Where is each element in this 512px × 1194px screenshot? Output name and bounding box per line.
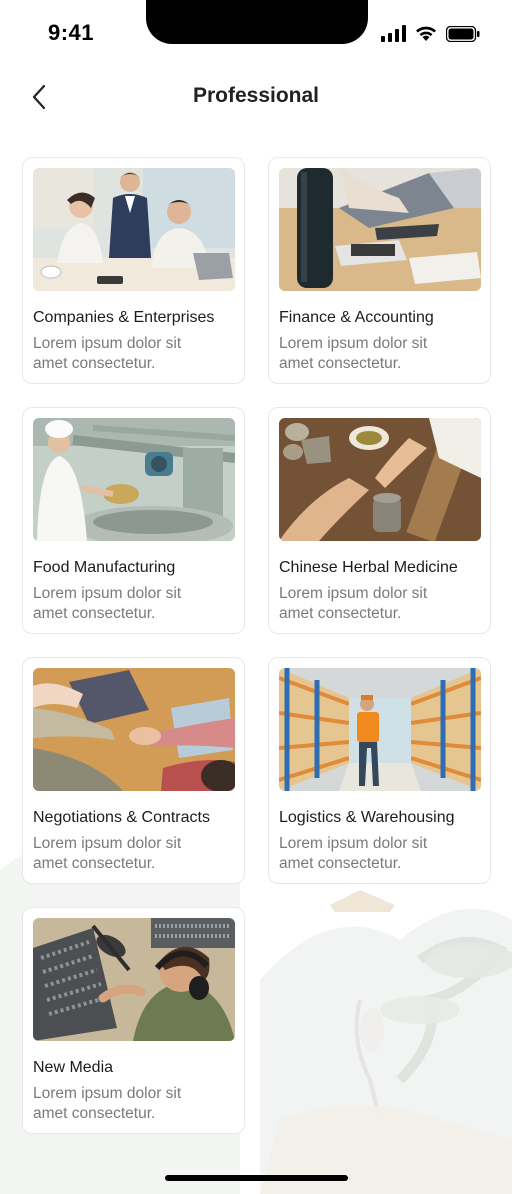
signal-icon (381, 25, 406, 42)
handshake-illustration (33, 668, 235, 791)
card-title: Food Manufacturing (33, 559, 176, 576)
card-title: Logistics & Warehousing (279, 809, 455, 826)
category-card-chinese-herbal-medicine[interactable]: Chinese Herbal Medicine Lorem ipsum dolo… (268, 407, 491, 634)
category-card-logistics-warehousing[interactable]: Logistics & Warehousing Lorem ipsum dolo… (268, 657, 491, 884)
card-title: Chinese Herbal Medicine (279, 559, 458, 576)
herbal-tea-illustration (279, 418, 481, 541)
finance-desk-illustration (279, 168, 481, 291)
card-title: New Media (33, 1059, 114, 1076)
card-description: Lorem ipsum dolor sit amet consectetur. (279, 335, 428, 372)
battery-icon (446, 25, 480, 42)
category-card-negotiations-contracts[interactable]: Negotiations & Contracts Lorem ipsum dol… (22, 657, 245, 884)
status-bar: 9:41 (0, 0, 512, 70)
office-team-illustration (33, 168, 235, 291)
category-grid: Companies & Enterprises Lorem ipsum dolo… (22, 157, 492, 1134)
status-time: 9:41 (48, 20, 95, 45)
wifi-icon (416, 26, 436, 41)
podcast-studio-illustration (33, 918, 235, 1041)
card-description: Lorem ipsum dolor sit amet consectetur. (33, 335, 182, 372)
card-description: Lorem ipsum dolor sit amet consectetur. (279, 835, 428, 872)
page-title: Professional (192, 84, 320, 107)
category-card-food-manufacturing[interactable]: Food Manufacturing Lorem ipsum dolor sit… (22, 407, 245, 634)
food-factory-illustration (33, 418, 235, 541)
nav-header: Professional (0, 72, 512, 124)
card-description: Lorem ipsum dolor sit amet consectetur. (33, 835, 182, 872)
category-card-finance-accounting[interactable]: Finance & Accounting Lorem ipsum dolor s… (268, 157, 491, 384)
device-notch (146, 0, 368, 44)
card-description: Lorem ipsum dolor sit amet consectetur. (33, 1085, 182, 1122)
card-description: Lorem ipsum dolor sit amet consectetur. (279, 585, 428, 622)
card-title: Finance & Accounting (279, 309, 434, 326)
card-description: Lorem ipsum dolor sit amet consectetur. (33, 585, 182, 622)
category-card-new-media[interactable]: New Media Lorem ipsum dolor sit amet con… (22, 907, 245, 1134)
home-indicator[interactable] (165, 1175, 348, 1181)
card-title: Negotiations & Contracts (33, 809, 210, 826)
warehouse-worker-illustration (279, 668, 481, 791)
card-title: Companies & Enterprises (33, 309, 215, 326)
category-card-companies-enterprises[interactable]: Companies & Enterprises Lorem ipsum dolo… (22, 157, 245, 384)
status-icons (381, 25, 480, 42)
